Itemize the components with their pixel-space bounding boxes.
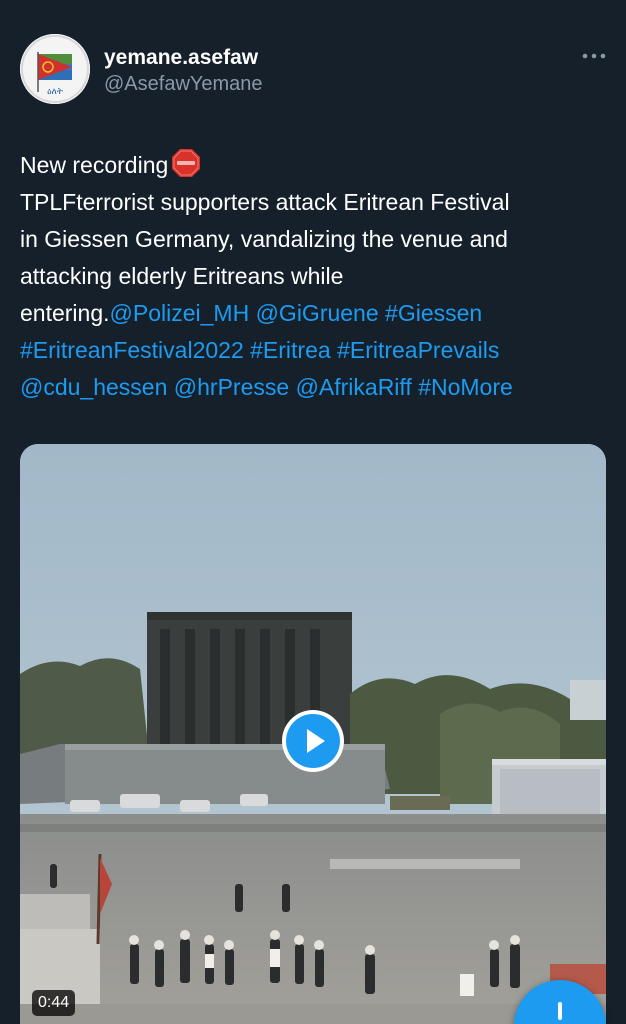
stop-sign-icon: [172, 149, 201, 177]
tweet-line-3: in Giessen Germany, vandalizing the venu…: [20, 226, 508, 252]
hashtag-eritreaprevails[interactable]: #EritreaPrevails: [337, 337, 499, 363]
hashtag-eritreanfestival2022[interactable]: #EritreanFestival2022: [20, 337, 244, 363]
tweet-text-intro: New recording: [20, 152, 169, 178]
play-icon: [307, 729, 325, 753]
more-options-button[interactable]: [580, 48, 610, 68]
mention-hrpresse[interactable]: @hrPresse: [174, 374, 289, 400]
mention-afrikariff[interactable]: @AfrikaRiff: [296, 374, 412, 400]
avatar-label: ዕለት: [47, 87, 63, 97]
author-handle[interactable]: @AsefawYemane: [104, 71, 263, 97]
play-button[interactable]: [282, 710, 344, 772]
hashtag-nomore[interactable]: #NoMore: [418, 374, 513, 400]
hashtag-giessen[interactable]: #Giessen: [385, 300, 482, 326]
avatar-image: ዕለት: [20, 34, 90, 104]
more-horizontal-icon: [582, 53, 606, 59]
mention-cdu-hessen[interactable]: @cdu_hessen: [20, 374, 167, 400]
mention-gigruene[interactable]: @GiGruene: [256, 300, 379, 326]
tweet-line-1: New recording: [20, 147, 610, 184]
tweet-line-4: attacking elderly Eritreans while: [20, 263, 344, 289]
tweet-line-6: #EritreanFestival2022 #Eritrea #EritreaP…: [20, 332, 610, 369]
plus-icon: [558, 1002, 562, 1020]
tweet-header: ዕለት yemane.asefaw @AsefawYemane: [20, 34, 610, 110]
tweet-page: ዕለት yemane.asefaw @AsefawYemane New reco…: [0, 0, 626, 1024]
tweet-line-5: entering.@Polizei_MH @GiGruene #Giessen: [20, 295, 610, 332]
video-player[interactable]: 0:44: [20, 444, 606, 1024]
hashtag-eritrea[interactable]: #Eritrea: [250, 337, 331, 363]
play-button-circle: [286, 714, 340, 768]
tweet-text-entering: entering.: [20, 300, 110, 326]
tweet-text: New recording TPLFterrorist supporters a…: [20, 147, 610, 406]
author-display-name[interactable]: yemane.asefaw: [104, 45, 263, 71]
mention-polizei-mh[interactable]: @Polizei_MH: [110, 300, 250, 326]
avatar[interactable]: ዕለት: [20, 34, 90, 104]
author-names: yemane.asefaw @AsefawYemane: [104, 45, 263, 97]
video-duration: 0:44: [32, 990, 76, 1016]
tweet-line-2: TPLFterrorist supporters attack Eritrean…: [20, 189, 510, 215]
tweet-line-7: @cdu_hessen @hrPresse @AfrikaRiff #NoMor…: [20, 369, 610, 406]
